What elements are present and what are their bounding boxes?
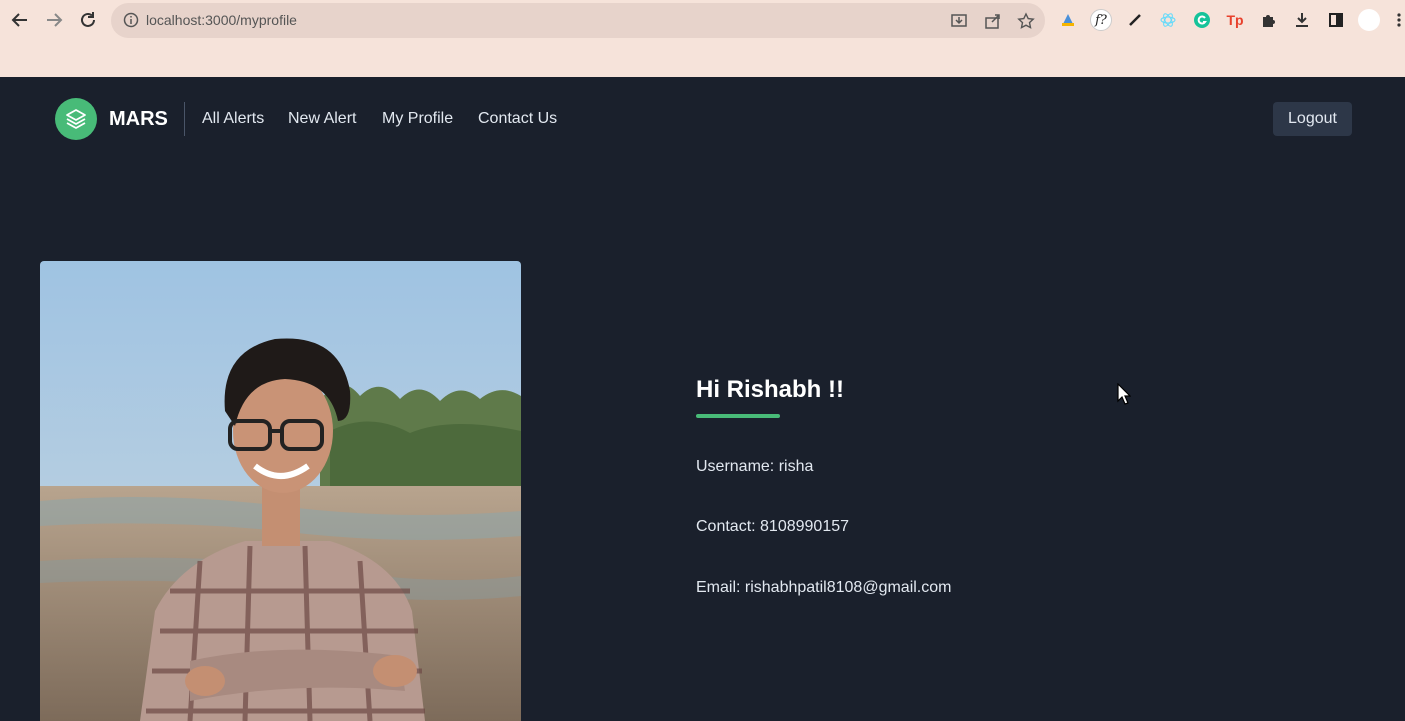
logo[interactable]: [55, 98, 97, 140]
extension-react-icon[interactable]: [1157, 9, 1179, 31]
share-icon[interactable]: [984, 12, 1002, 30]
reload-icon: [81, 12, 95, 27]
url-text[interactable]: localhost:3000/myprofile: [146, 12, 297, 28]
profile-photo: [40, 261, 521, 721]
forward-button[interactable]: [42, 8, 66, 32]
menu-kebab-icon[interactable]: [1392, 9, 1405, 31]
layers-icon: [66, 109, 86, 129]
extension-eyedropper-icon[interactable]: [1124, 9, 1146, 31]
nav-all-alerts[interactable]: All Alerts: [202, 110, 264, 128]
extension-drive-icon[interactable]: [1057, 9, 1079, 31]
profile-avatar[interactable]: [1358, 9, 1380, 31]
profile-contact: Contact: 8108990157: [696, 518, 850, 535]
back-arrow-icon: [11, 13, 27, 27]
nav-contact-us[interactable]: Contact Us: [478, 110, 557, 128]
profile-greeting: Hi Rishabh !!: [696, 376, 844, 403]
logout-button[interactable]: Logout: [1273, 102, 1352, 136]
side-panel-icon[interactable]: [1325, 9, 1347, 31]
reload-button[interactable]: [76, 8, 100, 32]
forward-arrow-icon: [47, 13, 63, 27]
downloads-icon[interactable]: [1291, 9, 1313, 31]
mouse-cursor-icon: [1117, 383, 1131, 405]
extensions-puzzle-icon[interactable]: [1258, 9, 1280, 31]
profile-username: Username: risha: [696, 458, 814, 475]
address-bar[interactable]: localhost:3000/myprofile: [111, 3, 1045, 38]
brand-name[interactable]: MARS: [109, 108, 168, 131]
bookmark-star-icon[interactable]: [1017, 12, 1035, 30]
app-page: MARS All Alerts New Alert My Profile Con…: [0, 77, 1405, 721]
extension-fontface-icon[interactable]: f?: [1090, 9, 1112, 31]
extension-grammarly-icon[interactable]: [1191, 9, 1213, 31]
nav-new-alert[interactable]: New Alert: [288, 110, 356, 128]
install-app-icon[interactable]: [950, 12, 968, 30]
back-button[interactable]: [8, 8, 32, 32]
greeting-underline: [696, 414, 780, 418]
profile-email: Email: rishabhpatil8108@gmail.com: [696, 579, 952, 596]
nav-my-profile[interactable]: My Profile: [382, 110, 453, 128]
site-info-icon[interactable]: [123, 12, 139, 28]
header-divider: [184, 102, 185, 136]
extension-tp-icon[interactable]: Tp: [1224, 9, 1246, 31]
browser-chrome: localhost:3000/myprofile f? Tp: [0, 0, 1405, 77]
